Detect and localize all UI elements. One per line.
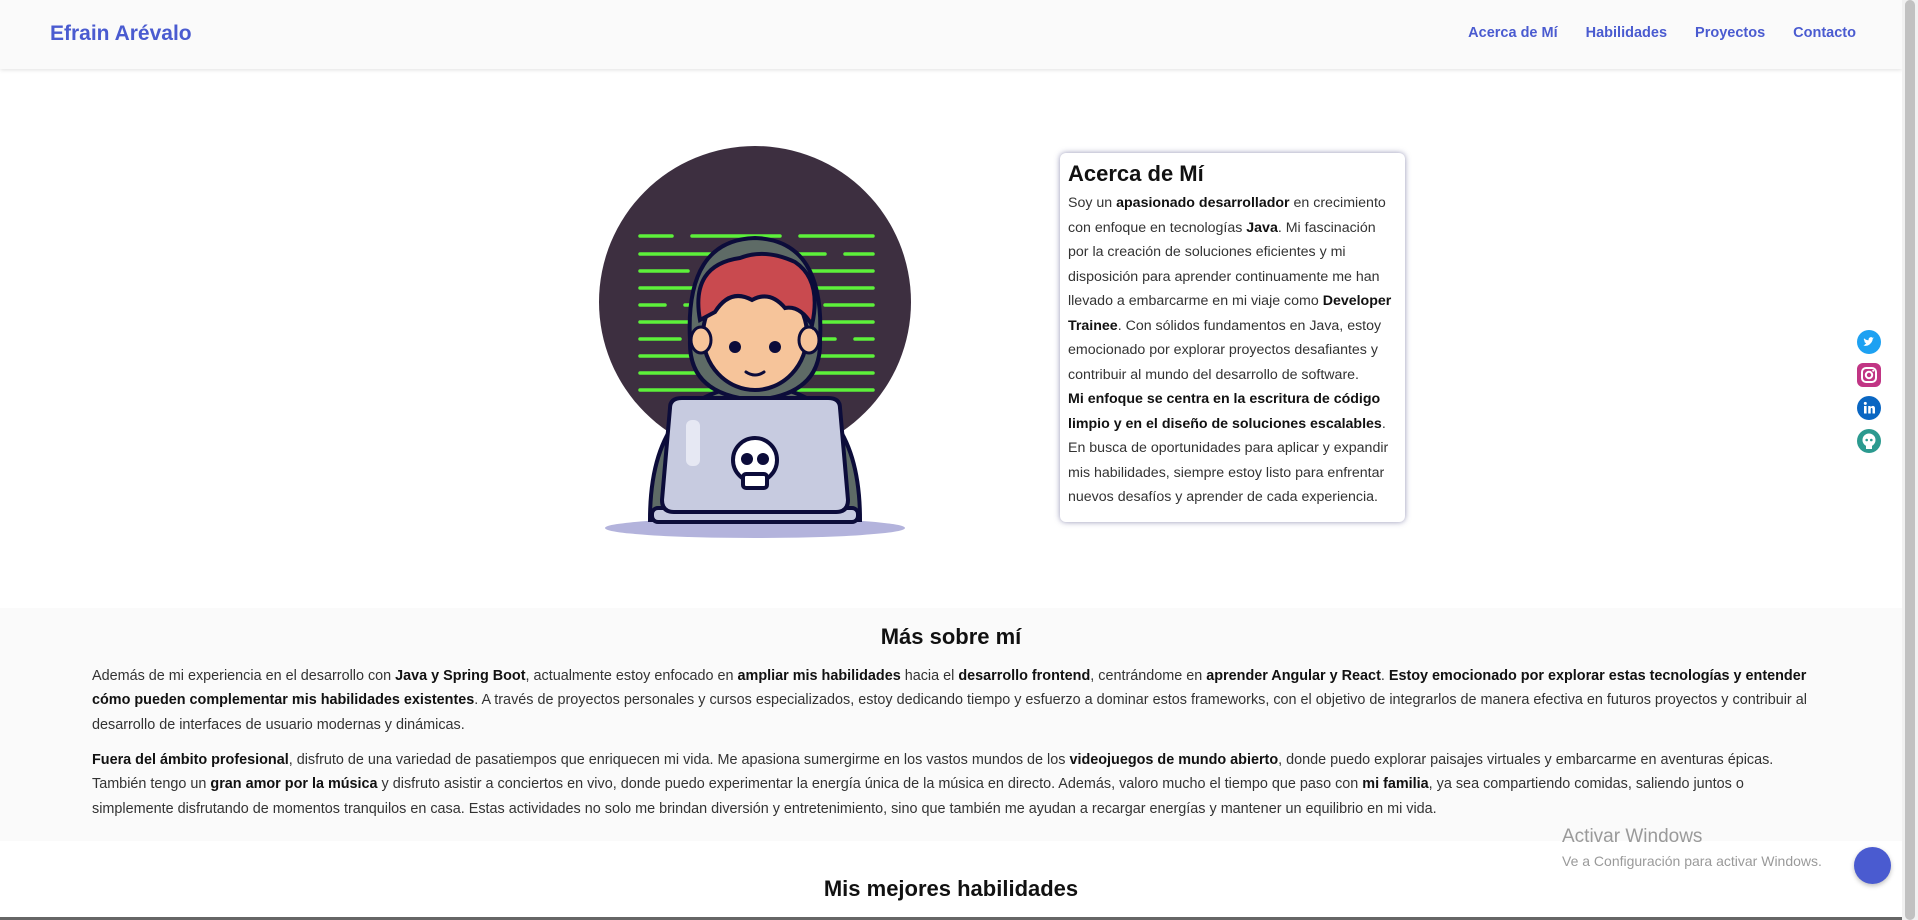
bold-text: desarrollo frontend: [958, 668, 1091, 684]
skills-title: Mis mejores habilidades: [823, 876, 1079, 901]
bold-text: Java: [1246, 219, 1278, 236]
bold-text: videojuegos de mundo abierto: [1069, 752, 1279, 768]
more-about-paragraph-2: Fuera del ámbito profesional, disfruto d…: [92, 748, 1812, 821]
nav-links: Acerca de Mí Habilidades Proyectos Conta…: [1468, 25, 1856, 41]
nav-link-contacto[interactable]: Contacto: [1793, 25, 1856, 41]
text-segment: Soy un: [1068, 195, 1117, 211]
bold-text: Java y Spring Boot: [395, 668, 526, 684]
text-segment: Además de mi experiencia en el desarroll…: [92, 668, 396, 684]
windows-activation-watermark: Activar Windows Ve a Configuración para …: [1562, 826, 1822, 871]
text-segment: .: [1380, 668, 1389, 684]
more-about-paragraph-1: Además de mi experiencia en el desarroll…: [92, 664, 1812, 737]
right-ear: [797, 325, 821, 355]
about-paragraph-2: Mi enfoque se centra en la escritura de …: [1068, 387, 1397, 510]
text-segment: , centrándome en: [1090, 668, 1207, 684]
text-segment: , actualmente estoy enfocado en: [525, 668, 738, 684]
about-paragraph-1: Soy un apasionado desarrollador en creci…: [1068, 191, 1397, 387]
right-eye: [769, 341, 781, 353]
nav-link-acerca[interactable]: Acerca de Mí: [1468, 25, 1557, 41]
social-links: [1857, 330, 1881, 462]
watermark-subtitle: Ve a Configuración para activar Windows.: [1562, 853, 1822, 869]
bold-text: apasionado desarrollador: [1116, 195, 1290, 211]
text-segment: , disfruto de una variedad de pasatiempo…: [288, 752, 1070, 768]
instagram-icon[interactable]: [1857, 363, 1881, 387]
nav-link-proyectos[interactable]: Proyectos: [1695, 25, 1765, 41]
bold-text: gran amor por la música: [210, 776, 378, 793]
about-card: Acerca de Mí Soy un apasionado desarroll…: [1060, 153, 1405, 522]
linkedin-icon[interactable]: [1857, 396, 1881, 420]
scrollbar[interactable]: [1902, 0, 1918, 920]
bold-text: Fuera del ámbito profesional: [92, 752, 289, 768]
nav-link-habilidades[interactable]: Habilidades: [1586, 25, 1667, 41]
more-about-title: Más sobre mí: [880, 624, 1022, 649]
about-title: Acerca de Mí: [1068, 161, 1204, 186]
scrollbar-thumb[interactable]: [1905, 0, 1915, 920]
bold-text: ampliar mis habilidades: [737, 668, 901, 684]
watermark-title: Activar Windows: [1562, 826, 1703, 847]
more-about-section: Más sobre mí Además de mi experiencia en…: [0, 608, 1902, 841]
developer-illustration: [599, 146, 911, 538]
left-ear: [689, 325, 713, 355]
text-segment: hacia el: [900, 668, 959, 684]
brand-logo-link[interactable]: Efrain Arévalo: [50, 22, 192, 46]
bold-text: aprender Angular y React: [1206, 668, 1381, 684]
scroll-top-button[interactable]: [1854, 847, 1891, 884]
twitter-icon[interactable]: [1857, 330, 1881, 354]
left-eye: [729, 341, 741, 353]
github-icon[interactable]: [1857, 429, 1881, 453]
text-segment: y disfruto asistir a conciertos en vivo,…: [377, 776, 1363, 793]
bold-text: mi familia: [1362, 776, 1429, 793]
bold-text: Mi enfoque se centra en la escritura de …: [1068, 391, 1382, 432]
navbar: Efrain Arévalo Acerca de Mí Habilidades …: [0, 0, 1902, 69]
